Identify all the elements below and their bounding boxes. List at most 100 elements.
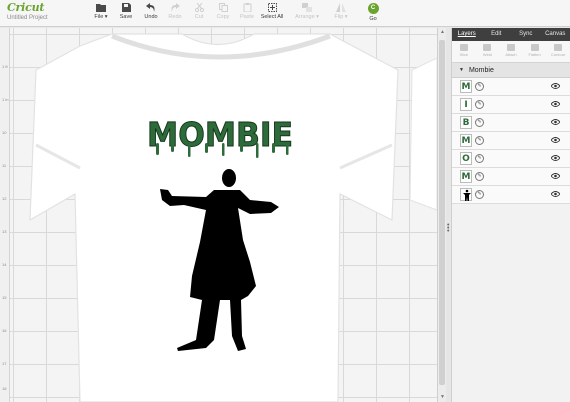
tab-layers[interactable]: Layers — [452, 28, 482, 41]
design-canvas[interactable]: MOMBIE 1 ft 1 in 10 11 12 13 14 15 16 17… — [0, 28, 437, 402]
weld-button[interactable]: Weld — [477, 44, 497, 62]
flip-icon — [336, 3, 346, 12]
visibility-eye-icon[interactable] — [551, 101, 560, 107]
layers-panel: Layers Edit Sync Canvas Slice Weld Attac… — [451, 28, 570, 402]
ruler-tick: 17 — [2, 361, 7, 366]
attach-label: Attach — [505, 52, 517, 57]
flatten-icon — [530, 44, 539, 51]
visibility-eye-icon[interactable] — [551, 173, 560, 179]
attach-button[interactable]: Attach — [501, 44, 521, 62]
arrange-menu-button[interactable]: Arrange ▾ — [292, 3, 322, 20]
letter-thumbnail-icon: I — [460, 98, 472, 111]
thumbnail-glyph: B — [462, 118, 470, 128]
layer-row[interactable]: M ✎ — [452, 78, 570, 96]
ruler-tick: 11 — [2, 163, 7, 168]
ruler-tick: 14 — [2, 262, 7, 267]
group-name: Mombie — [468, 66, 494, 74]
layer-row[interactable]: ✎ — [452, 186, 570, 204]
contour-icon — [554, 44, 563, 51]
select-all-button[interactable]: Select All — [257, 3, 287, 20]
panel-tabs: Layers Edit Sync Canvas — [452, 28, 570, 41]
drag-handle-icon: • • • — [447, 222, 450, 235]
contour-label: Contour — [551, 52, 566, 57]
arrange-label: Arrange ▾ — [295, 14, 319, 20]
ruler-tick: 16 — [2, 328, 7, 333]
attach-icon — [506, 44, 515, 51]
canvas-scrollbar[interactable]: ▲ ▼ — [437, 28, 446, 402]
copy-icon — [218, 3, 228, 12]
redo-icon — [171, 3, 180, 12]
flip-menu-button[interactable]: Flip ▾ — [326, 3, 356, 20]
layer-row[interactable]: O ✎ — [452, 150, 570, 168]
layer-attributes-icon[interactable]: ✎ — [475, 136, 484, 145]
scroll-down-icon[interactable]: ▼ — [439, 394, 446, 401]
second-tshirt-edge — [409, 57, 437, 211]
brand-name: Cricut — [7, 1, 45, 14]
layer-row[interactable]: M ✎ — [452, 132, 570, 150]
scrollbar-thumb[interactable] — [439, 40, 445, 385]
layer-tools-bar: Slice Weld Attach Flatten Contour — [452, 41, 570, 63]
layer-list: M ✎ I ✎ B ✎ M ✎ O ✎ M ✎ ✎ — [452, 78, 570, 204]
go-label: Go — [369, 16, 377, 22]
letter-thumbnail-icon: M — [460, 80, 472, 93]
visibility-eye-icon[interactable] — [551, 119, 560, 125]
ruler-tick: 15 — [2, 295, 7, 300]
ruler-tick: 12 — [2, 196, 7, 201]
flip-label: Flip ▾ — [334, 14, 348, 20]
letter-thumbnail-icon: M — [460, 170, 472, 183]
weld-label: Weld — [482, 52, 492, 57]
visibility-eye-icon[interactable] — [551, 83, 560, 89]
ruler-tick: 1 ft — [2, 64, 8, 69]
layer-group-mombie[interactable]: ▼ Mombie — [452, 63, 570, 78]
slice-icon — [459, 44, 468, 51]
save-icon — [121, 3, 131, 12]
thumbnail-glyph: I — [464, 100, 468, 110]
thumbnail-glyph: M — [461, 82, 471, 92]
flatten-label: Flatten — [528, 52, 541, 57]
layer-attributes-icon[interactable]: ✎ — [475, 190, 484, 199]
design-artwork: MOMBIE — [29, 33, 437, 402]
go-button[interactable]: C Go — [358, 3, 388, 22]
ruler-tick: 13 — [2, 229, 7, 234]
thumbnail-glyph: O — [462, 154, 470, 164]
flatten-button[interactable]: Flatten — [525, 44, 545, 62]
cut-icon — [194, 3, 204, 12]
design-space-window: Cricut Untitled Project File ▾ Save Undo… — [0, 0, 570, 402]
slice-button[interactable]: Slice — [454, 44, 474, 62]
tab-sync[interactable]: Sync — [511, 28, 541, 41]
layer-row[interactable]: I ✎ — [452, 96, 570, 114]
layer-row[interactable]: M ✎ — [452, 168, 570, 186]
letter-thumbnail-icon: O — [460, 152, 472, 165]
visibility-eye-icon[interactable] — [551, 191, 560, 197]
mombie-text[interactable]: MOMBIE — [147, 115, 294, 155]
weld-icon — [483, 44, 492, 51]
slice-label: Slice — [459, 52, 469, 57]
top-toolbar: Cricut Untitled Project File ▾ Save Undo… — [0, 0, 570, 27]
letter-thumbnail-icon: M — [460, 134, 472, 147]
thumbnail-glyph: M — [461, 136, 471, 146]
arrange-icon — [302, 3, 312, 12]
layer-row[interactable]: B ✎ — [452, 114, 570, 132]
tab-edit[interactable]: Edit — [482, 28, 512, 41]
layer-attributes-icon[interactable]: ✎ — [475, 154, 484, 163]
select-all-icon — [267, 3, 277, 12]
cricut-logo[interactable]: Cricut Untitled Project — [7, 2, 48, 22]
visibility-eye-icon[interactable] — [551, 137, 560, 143]
folder-icon — [96, 4, 106, 12]
layer-attributes-icon[interactable]: ✎ — [475, 100, 484, 109]
collapse-caret-icon[interactable]: ▼ — [459, 67, 464, 73]
ruler-tick: 10 — [2, 130, 7, 135]
layer-attributes-icon[interactable]: ✎ — [475, 82, 484, 91]
paste-icon — [243, 3, 251, 12]
ruler-tick: 1 in — [2, 97, 9, 102]
undo-icon — [146, 3, 155, 12]
layer-attributes-icon[interactable]: ✎ — [475, 172, 484, 181]
contour-button[interactable]: Contour — [548, 44, 568, 62]
letter-thumbnail-icon: B — [460, 116, 472, 129]
tab-canvas[interactable]: Canvas — [541, 28, 570, 41]
project-name[interactable]: Untitled Project — [7, 14, 48, 22]
scroll-up-icon[interactable]: ▲ — [439, 29, 446, 36]
layer-attributes-icon[interactable]: ✎ — [475, 118, 484, 127]
silhouette-thumbnail-icon — [460, 188, 472, 201]
visibility-eye-icon[interactable] — [551, 155, 560, 161]
